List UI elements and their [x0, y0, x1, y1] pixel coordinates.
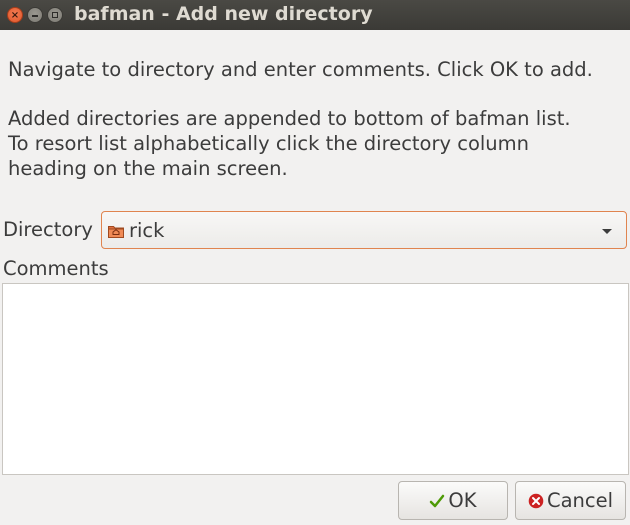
comments-label: Comments: [3, 257, 109, 280]
ok-button[interactable]: OK: [398, 481, 508, 520]
directory-label: Directory: [3, 218, 93, 241]
info-text: Added directories are appended to bottom…: [8, 106, 571, 181]
check-icon: [430, 494, 445, 507]
cancel-button-label: Cancel: [546, 489, 614, 512]
chevron-down-icon[interactable]: [602, 229, 612, 234]
minimize-icon[interactable]: [27, 7, 43, 23]
dialog-window: × bafman - Add new directory Navigate to…: [0, 0, 630, 525]
cancel-button[interactable]: Cancel: [515, 481, 626, 520]
directory-chooser[interactable]: rick: [101, 211, 627, 249]
info-line-2: To resort list alphabetically click the …: [8, 132, 530, 155]
info-line-1: Added directories are appended to bottom…: [8, 107, 571, 130]
title-bar[interactable]: × bafman - Add new directory: [0, 0, 630, 30]
instruction-text: Navigate to directory and enter comments…: [8, 58, 593, 81]
ok-button-label: OK: [448, 489, 477, 512]
cancel-icon: [528, 493, 544, 508]
directory-value: rick: [129, 219, 165, 242]
info-line-3: heading on the main screen.: [8, 157, 288, 180]
window-title: bafman - Add new directory: [74, 3, 373, 25]
maximize-icon[interactable]: [47, 7, 63, 23]
close-icon[interactable]: ×: [7, 7, 23, 23]
comments-textarea[interactable]: [2, 283, 629, 475]
folder-home-icon: [108, 226, 124, 238]
